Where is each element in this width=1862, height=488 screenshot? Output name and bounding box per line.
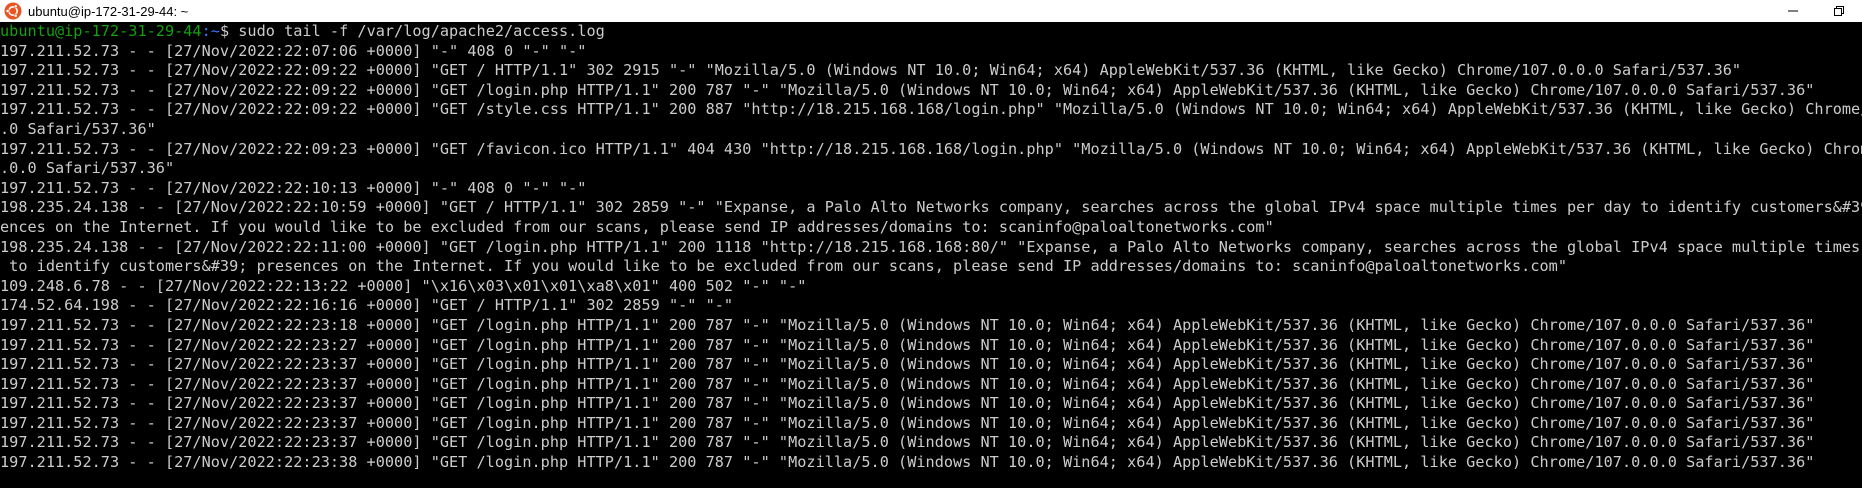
terminal-output[interactable]: ubuntu@ip-172-31-29-44:~$ sudo tail -f /… xyxy=(0,22,1862,488)
restore-button[interactable] xyxy=(1816,0,1862,22)
log-line: 197.211.52.73 - - [27/Nov/2022:22:09:22 … xyxy=(0,80,1815,99)
prompt-user-host: ubuntu@ip-172-31-29-44 xyxy=(0,22,202,40)
minimize-icon xyxy=(1787,2,1799,21)
log-line: ences on the Internet. If you would like… xyxy=(0,217,1274,236)
log-line: 197.211.52.73 - - [27/Nov/2022:22:10:13 … xyxy=(0,178,587,197)
log-line: 197.211.52.73 - - [27/Nov/2022:22:07:06 … xyxy=(0,41,587,60)
log-line: 197.211.52.73 - - [27/Nov/2022:22:23:37 … xyxy=(0,394,1815,413)
minimize-button[interactable] xyxy=(1770,0,1816,22)
log-line: 197.211.52.73 - - [27/Nov/2022:22:23:18 … xyxy=(0,315,1815,334)
command-prompt-line: ubuntu@ip-172-31-29-44:~$ sudo tail -f /… xyxy=(0,22,1862,42)
log-line: .0.0 Safari/537.36" xyxy=(0,159,175,178)
log-line: to identify customers&#39; presences on … xyxy=(0,257,1567,276)
window-controls xyxy=(1770,0,1862,22)
log-line: 109.248.6.78 - - [27/Nov/2022:22:13:22 +… xyxy=(0,276,807,295)
window-title: ubuntu@ip-172-31-29-44: ~ xyxy=(28,3,189,19)
log-line: 197.211.52.73 - - [27/Nov/2022:22:23:37 … xyxy=(0,413,1815,432)
log-line: 197.211.52.73 - - [27/Nov/2022:22:09:22 … xyxy=(0,61,1742,80)
log-line: 197.211.52.73 - - [27/Nov/2022:22:09:23 … xyxy=(0,139,1862,158)
log-line: 198.235.24.138 - - [27/Nov/2022:22:10:59… xyxy=(0,198,1862,217)
log-line: 174.52.64.198 - - [27/Nov/2022:22:16:16 … xyxy=(0,296,734,315)
log-line: 197.211.52.73 - - [27/Nov/2022:22:23:37 … xyxy=(0,355,1815,374)
title-bar[interactable]: ubuntu@ip-172-31-29-44: ~ xyxy=(0,0,1862,22)
ubuntu-logo-icon xyxy=(4,2,22,20)
log-line: 197.211.52.73 - - [27/Nov/2022:22:09:22 … xyxy=(0,100,1862,119)
log-line: 197.211.52.73 - - [27/Nov/2022:22:23:27 … xyxy=(0,335,1815,354)
log-line: 197.211.52.73 - - [27/Nov/2022:22:23:37 … xyxy=(0,433,1815,452)
log-line: .0 Safari/537.36" xyxy=(0,119,156,138)
log-line: 197.211.52.73 - - [27/Nov/2022:22:23:38 … xyxy=(0,453,1815,472)
restore-icon xyxy=(1833,2,1845,21)
prompt-symbol: $ xyxy=(219,22,230,40)
log-output: 197.211.52.73 - - [27/Nov/2022:22:07:06 … xyxy=(0,42,1862,473)
prompt-command: sudo tail -f /var/log/apache2/access.log xyxy=(229,22,605,40)
terminal-window: ubuntu@ip-172-31-29-44: ~ ubuntu@ip-172-… xyxy=(0,0,1862,488)
prompt-path: :~ xyxy=(201,22,220,40)
log-line: 197.211.52.73 - - [27/Nov/2022:22:23:37 … xyxy=(0,374,1815,393)
log-line: 198.235.24.138 - - [27/Nov/2022:22:11:00… xyxy=(0,237,1862,256)
